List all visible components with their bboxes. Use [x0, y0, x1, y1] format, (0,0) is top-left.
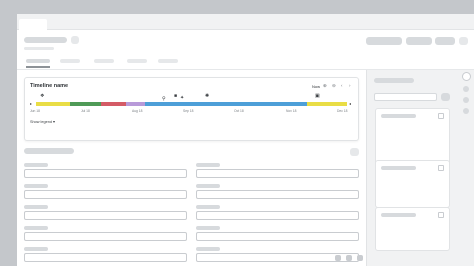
bottom-control-icon[interactable]	[346, 255, 352, 261]
date-label: Sep 18	[183, 109, 194, 113]
side-panel-search-input[interactable]	[374, 93, 437, 101]
zoom-out-icon[interactable]: ⊖	[332, 83, 336, 89]
browser-tab[interactable]	[19, 19, 47, 30]
side-panel-title	[374, 78, 414, 83]
form-field[interactable]	[196, 190, 359, 199]
side-panel-filter-button[interactable]	[441, 93, 450, 101]
side-card[interactable]	[375, 108, 450, 166]
burst-marker-icon[interactable]: ✺	[205, 94, 209, 99]
tab-3[interactable]	[94, 59, 114, 63]
side-card-title	[381, 166, 416, 170]
header-button-2[interactable]	[406, 37, 432, 45]
timeline-segment[interactable]	[36, 102, 71, 106]
timeline-end-marker: ◂	[349, 101, 352, 106]
form-field[interactable]	[196, 232, 359, 241]
side-card-title	[381, 114, 416, 118]
side-card-checkbox[interactable]	[438, 212, 444, 218]
timeline-segment[interactable]	[144, 102, 307, 106]
zoom-in-icon[interactable]: ⊕	[323, 83, 327, 89]
field-label	[24, 163, 48, 167]
side-card-checkbox[interactable]	[438, 165, 444, 171]
show-legend-toggle[interactable]: Show legend ▾	[30, 119, 55, 124]
field-label	[196, 184, 220, 188]
side-card[interactable]	[375, 160, 450, 208]
page-title	[24, 37, 67, 43]
side-card[interactable]	[375, 207, 450, 251]
date-label: Nov 18	[286, 109, 297, 113]
field-label	[196, 247, 220, 251]
rail-icon[interactable]	[463, 86, 469, 92]
bottom-control-icon[interactable]	[335, 255, 341, 261]
date-label: Oct 18	[234, 109, 244, 113]
milestone-icon[interactable]: ❖	[40, 94, 44, 99]
section-action-button[interactable]	[350, 148, 359, 156]
form-field[interactable]	[24, 190, 187, 199]
timeline-title: Timeline name	[30, 83, 69, 89]
field-label	[24, 184, 48, 188]
form-field[interactable]	[24, 169, 187, 178]
timeline-segment[interactable]	[101, 102, 127, 106]
tab-2[interactable]	[60, 59, 80, 63]
active-tab-indicator	[26, 66, 50, 68]
field-label	[24, 247, 48, 251]
rail-icon[interactable]	[463, 108, 469, 114]
timeline-segment[interactable]	[306, 102, 347, 106]
date-label: Jul 18	[81, 109, 90, 113]
next-icon[interactable]: ›	[349, 83, 351, 88]
section-title	[24, 148, 74, 154]
rail-active-icon[interactable]	[462, 72, 471, 81]
side-card-title	[381, 213, 416, 217]
field-label	[196, 163, 220, 167]
field-label	[24, 226, 48, 230]
tab-1[interactable]	[26, 59, 50, 63]
tab-4[interactable]	[127, 59, 147, 63]
pin-icon[interactable]: ⚲	[162, 97, 166, 102]
date-label: Aug 18	[132, 109, 143, 113]
field-label	[196, 226, 220, 230]
form-field[interactable]	[24, 253, 187, 262]
tab-5[interactable]	[158, 59, 178, 63]
date-label: Jun 18	[30, 109, 40, 113]
field-label	[196, 205, 220, 209]
timeline-card: Timeline name Now ⊕ ⊖ ‹ › ▸ ◂ ❖ ⚲ ■ ✦ ✺ …	[24, 77, 359, 141]
form-field[interactable]	[24, 232, 187, 241]
header-button-1[interactable]	[366, 37, 402, 45]
box-marker-icon[interactable]: ▣	[315, 94, 320, 99]
timeline-segment[interactable]	[126, 102, 145, 106]
header-button-3[interactable]	[435, 37, 455, 45]
form-field[interactable]	[196, 169, 359, 178]
rail-icon[interactable]	[463, 97, 469, 103]
now-button[interactable]: Now	[312, 84, 320, 89]
field-label	[24, 205, 48, 209]
title-action-icon[interactable]	[71, 36, 79, 44]
page-subtitle	[24, 47, 54, 50]
square-marker-icon[interactable]: ■	[174, 94, 177, 99]
bottom-control-icon[interactable]	[357, 255, 363, 261]
app-window: Timeline name Now ⊕ ⊖ ‹ › ▸ ◂ ❖ ⚲ ■ ✦ ✺ …	[17, 14, 474, 266]
previous-icon[interactable]: ‹	[341, 83, 343, 88]
timeline-segment[interactable]	[70, 102, 102, 106]
timeline-bar[interactable]	[36, 102, 347, 106]
date-label: Dec 18	[337, 109, 348, 113]
star-marker-icon[interactable]: ✦	[180, 96, 184, 101]
timeline-start-marker: ▸	[30, 101, 33, 106]
window-top-bar	[17, 14, 474, 30]
form-field[interactable]	[24, 211, 187, 220]
side-card-checkbox[interactable]	[438, 113, 444, 119]
form-field[interactable]	[196, 211, 359, 220]
header-more-button[interactable]	[459, 37, 468, 45]
